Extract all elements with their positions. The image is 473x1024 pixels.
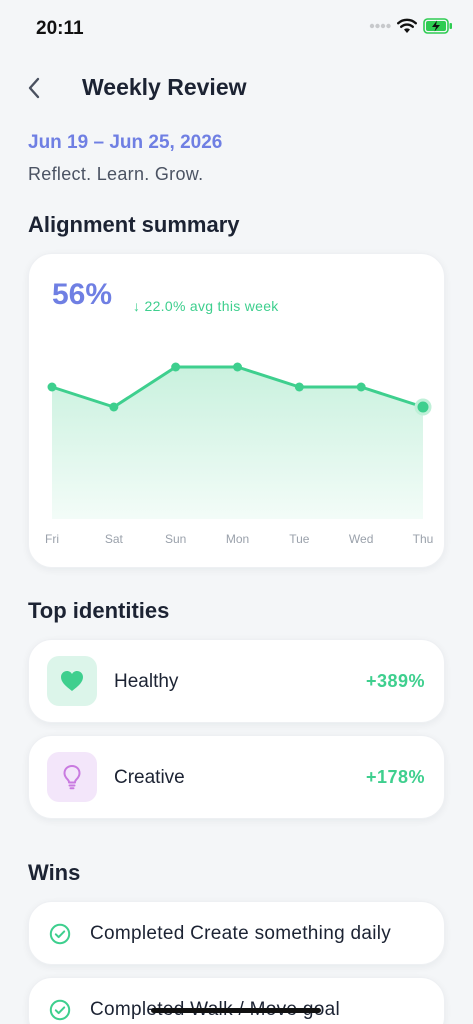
- header: Weekly Review: [0, 64, 473, 112]
- date-range: Jun 19 – Jun 25, 2026: [28, 132, 223, 153]
- chevron-left-icon: [28, 77, 40, 99]
- heart-icon: [61, 671, 83, 691]
- alignment-chart: Fri Sat Sun Mon Tue Wed Thu: [45, 362, 434, 546]
- identity-change: +178%: [365, 767, 425, 787]
- identity-name: Creative: [114, 767, 185, 788]
- wins-section-title: Wins: [28, 860, 81, 885]
- win-item: Completed Walk / Move goal: [28, 977, 445, 1024]
- win-text: Completed Create something daily: [90, 923, 392, 944]
- chart-point-sat: [109, 402, 119, 412]
- x-tick-label: Mon: [226, 532, 249, 546]
- alignment-chart-card: 56% ↓ 22.0% avg this week Fri Sat Sun Mon Tu…: [28, 253, 445, 568]
- identity-change: +389%: [365, 671, 425, 691]
- check-circle-icon: [49, 999, 71, 1021]
- x-tick-label: Tue: [289, 532, 310, 546]
- identity-card-healthy[interactable]: Healthy +389%: [28, 639, 445, 723]
- chart-point-tue: [294, 382, 304, 392]
- status-icons: [369, 18, 453, 34]
- identity-name: Healthy: [114, 671, 179, 692]
- check-circle-icon: [49, 923, 71, 945]
- x-tick-label: Sun: [165, 532, 186, 546]
- x-tick-label: Thu: [413, 532, 434, 546]
- top-identities-section-title: Top identities: [28, 598, 170, 623]
- identity-icon-badge: [47, 656, 97, 706]
- chart-point-sun: [171, 362, 181, 372]
- home-indicator: [151, 1008, 321, 1013]
- chart-point-mon: [233, 362, 242, 372]
- cellular-signal-icon: [369, 23, 391, 29]
- lightbulb-icon: [63, 765, 81, 790]
- page-title: Weekly Review: [82, 74, 247, 100]
- battery-charging-icon: [423, 18, 452, 34]
- status-bar: 20:11: [0, 0, 473, 56]
- wifi-icon: [397, 18, 417, 33]
- win-item: Completed Create something daily: [28, 901, 445, 965]
- chart-point-thu: [414, 398, 432, 416]
- alignment-section-title: Alignment summary: [28, 212, 240, 237]
- back-button[interactable]: [20, 72, 48, 104]
- x-tick-label: Fri: [45, 532, 59, 546]
- identity-card-creative[interactable]: Creative +178%: [28, 735, 445, 819]
- tagline: Reflect. Learn. Grow.: [28, 164, 204, 184]
- chart-point-fri: [47, 382, 57, 392]
- chart-point-wed: [356, 382, 366, 392]
- x-tick-label: Sat: [105, 532, 124, 546]
- x-tick-label: Wed: [349, 532, 373, 546]
- status-time: 20:11: [36, 18, 84, 39]
- identity-icon-badge: [47, 752, 97, 802]
